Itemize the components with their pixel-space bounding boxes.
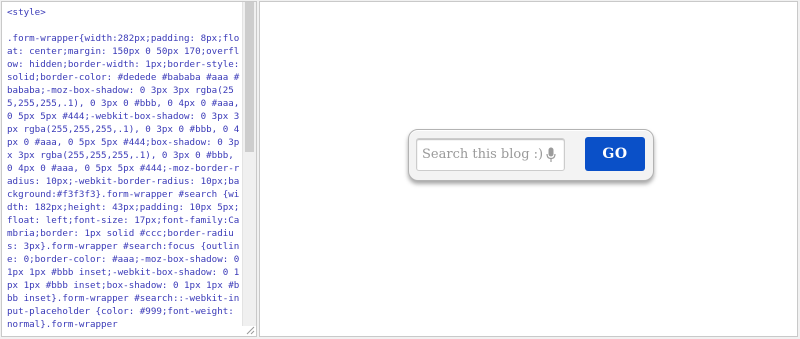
code-text[interactable]: <style> .form-wrapper{width:282px;paddin…	[2, 2, 243, 336]
resize-grip-icon[interactable]	[245, 325, 255, 335]
microphone-icon[interactable]	[546, 147, 556, 163]
code-scrollbar[interactable]	[242, 2, 256, 326]
search-form: GO	[408, 129, 654, 181]
code-editor[interactable]: <style> .form-wrapper{width:282px;paddin…	[1, 1, 257, 337]
go-button[interactable]: GO	[585, 137, 645, 171]
scroll-thumb[interactable]	[245, 2, 254, 152]
search-box[interactable]	[416, 138, 565, 171]
search-input[interactable]	[417, 139, 542, 170]
result-preview: GO	[259, 1, 798, 337]
